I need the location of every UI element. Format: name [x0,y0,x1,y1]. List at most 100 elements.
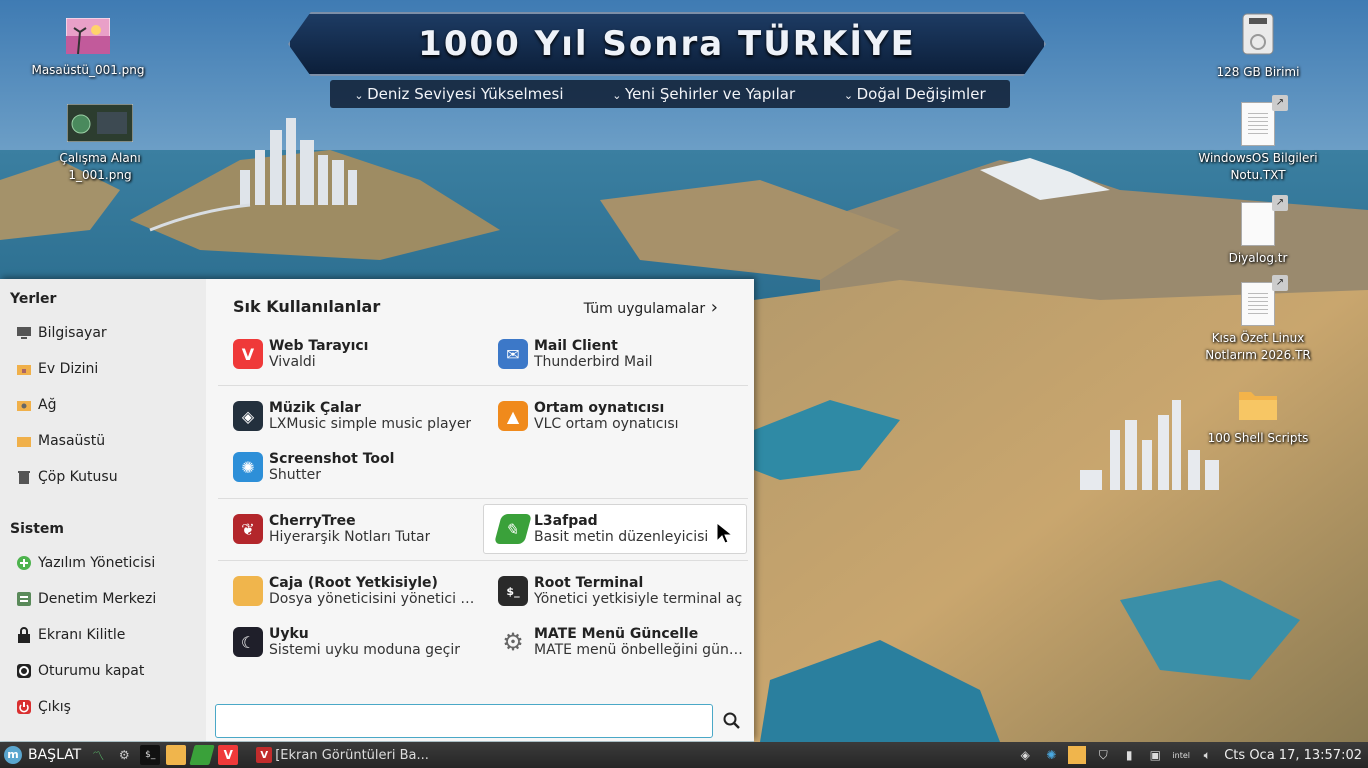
app-name: Web Tarayıcı [269,338,369,354]
vivaldi-icon: V [256,747,273,763]
folder-icon[interactable] [1068,746,1087,764]
app-caja-root[interactable]: Caja (Root Yetkisiyle) Dosya yöneticisini… [218,566,482,616]
control-center-icon [16,591,32,607]
desktop-icon-masaustu-png[interactable]: Masaüstü_001.png [28,17,148,79]
sync-icon[interactable]: ✺ [1042,746,1060,764]
desktop-icon-label: Diyalog.tr [1228,251,1288,265]
vpn-icon[interactable]: ◈ [1016,746,1034,764]
desktop-icon-label: Çalışma Alanı 1_001.png [59,151,141,182]
vivaldi-icon: V [233,339,263,369]
panel-clock[interactable]: Cts Oca 17, 13:57:02 [1224,748,1362,763]
system-control-center[interactable]: Denetim Merkezi [16,587,156,611]
app-l3afpad[interactable]: ✎ L3afpad Basit metin düzenleyicisi [483,504,747,554]
desktop-icon-kisa-ozet[interactable]: ↗ Kısa Özet Linux Notlarım 2026.TR [1198,275,1318,364]
all-apps-button[interactable]: Tüm uygulamalar [584,297,718,318]
menu-search-input[interactable] [215,704,713,738]
music-player-icon: ◈ [233,401,263,431]
place-label: Çöp Kutusu [38,469,118,485]
logout-icon [16,663,32,679]
system-quit[interactable]: Çıkış [16,695,71,719]
system-lock-screen[interactable]: Ekranı Kilitle [16,623,125,647]
system-monitor-icon[interactable]: 〽 [88,745,108,765]
app-desc: VLC ortam oynatıcısı [534,416,679,432]
system-tray: ◈ ✺ ⛉ ▮ ▣ intel 🔈︎ Cts Oca 17, 13:57:02 [1012,742,1368,768]
battery-icon[interactable]: ▮ [1120,746,1138,764]
app-name: Müzik Çalar [269,400,361,416]
software-manager-icon [16,555,32,571]
taskbar-window-button[interactable]: V [Ekran Görüntüleri Ba... [247,744,435,766]
search-icon[interactable] [722,711,742,731]
start-menu-button[interactable]: m BAŞLAT [0,742,85,768]
app-desc: Basit metin düzenleyicisi [534,529,709,545]
network-folder-icon [16,397,32,413]
desktop-icon-windowsos-notu[interactable]: ↗ WindowsOS Bilgileri Notu.TXT [1198,95,1318,184]
link-arrow-icon: ↗ [1272,275,1288,291]
place-home[interactable]: Ev Dizini [16,357,98,381]
banner-subtitle: Doğal Değişimler [844,85,986,103]
intel-icon[interactable]: intel [1172,746,1190,764]
app-web-browser[interactable]: V Web Tarayıcı Vivaldi [218,329,482,379]
home-folder-icon [16,361,32,377]
moon-icon: ☾ [233,627,263,657]
power-icon [16,699,32,715]
app-desc: Hiyerarşik Notları Tutar [269,529,431,545]
app-mate-menu-update[interactable]: ⚙ MATE Menü Güncelle MATE menü önbelleğin… [483,617,747,667]
vivaldi-icon[interactable]: V [218,745,239,765]
volume-icon[interactable]: 🔈︎ [1198,746,1216,764]
file-icon: ↗ [1241,195,1288,246]
app-name: MATE Menü Güncelle [534,626,699,642]
app-desc: Sistemi uyku moduna geçir [269,642,461,658]
app-root-terminal[interactable]: $_ Root Terminal Yönetici yetkisiyle term… [483,566,747,616]
trash-icon [16,469,32,485]
terminal-icon[interactable]: $_ [140,745,161,765]
app-desc: Shutter [269,467,321,483]
desktop-icon-100-shell-scripts[interactable]: 100 Shell Scripts [1198,386,1318,447]
app-screenshot-tool[interactable]: ✺ Screenshot Tool Shutter [218,442,482,492]
desktop-icon-label: WindowsOS Bilgileri Notu.TXT [1198,151,1318,182]
l3afpad-icon: ✎ [493,514,533,544]
settings-icon[interactable]: ⚙ [114,745,134,765]
app-name: CherryTree [269,513,356,529]
place-desktop[interactable]: Masaüstü [16,429,105,453]
image-thumbnail-icon [66,103,134,143]
window-icon[interactable]: ▣ [1146,746,1164,764]
gear-icon: ⚙ [502,628,524,656]
desktop-icon-diyalog[interactable]: ↗ Diyalog.tr [1198,195,1318,267]
system-label: Oturumu kapat [38,663,145,679]
app-music-player[interactable]: ◈ Müzik Çalar LXMusic simple music player [218,391,482,441]
app-desc: Vivaldi [269,354,316,370]
banner-subtitles: Deniz Seviyesi Yükselmesi Yeni Şehirler … [330,80,1010,108]
link-arrow-icon: ↗ [1272,195,1288,211]
desktop-icon-128gb[interactable]: 128 GB Birimi [1198,12,1318,81]
link-arrow-icon: ↗ [1272,95,1288,111]
app-sleep[interactable]: ☾ Uyku Sistemi uyku moduna geçir [218,617,482,667]
app-media-player[interactable]: ▲ Ortam oynatıcısı VLC ortam oynatıcısı [483,391,747,441]
app-cherrytree[interactable]: ❦ CherryTree Hiyerarşik Notları Tutar [218,504,482,554]
l3afpad-icon[interactable] [189,745,215,765]
place-trash[interactable]: Çöp Kutusu [16,465,118,489]
system-logout[interactable]: Oturumu kapat [16,659,144,683]
lock-icon [16,627,32,643]
computer-icon [16,325,32,341]
desktop-icon-label: 128 GB Birimi [1216,65,1300,79]
desktop-icon-calisma-alani-png[interactable]: Çalışma Alanı 1_001.png [40,103,160,184]
app-desc: LXMusic simple music player [269,416,472,432]
system-software-manager[interactable]: Yazılım Yöneticisi [16,551,155,575]
separator [218,560,748,561]
menu-sidebar: Yerler Bilgisayar Ev Dizini Ağ Masaüstü … [0,279,206,741]
favorites-title: Sık Kullanılanlar [233,297,381,316]
place-label: Masaüstü [38,433,106,449]
shield-icon[interactable]: ⛉ [1094,746,1112,764]
app-name: Root Terminal [534,575,644,591]
app-desc: MATE menü önbelleğini güncelle [534,642,744,658]
place-network[interactable]: Ağ [16,393,56,417]
mail-icon: ✉ [498,339,528,369]
place-label: Bilgisayar [38,325,107,341]
app-mail-client[interactable]: ✉ Mail Client Thunderbird Mail [483,329,747,379]
file-manager-icon[interactable] [166,745,187,765]
banner-subtitle: Deniz Seviyesi Yükselmesi [354,85,563,103]
mint-logo-icon: m [4,746,22,764]
text-file-icon: ↗ [1241,275,1288,326]
app-name: Ortam oynatıcısı [534,400,665,416]
place-computer[interactable]: Bilgisayar [16,321,107,345]
